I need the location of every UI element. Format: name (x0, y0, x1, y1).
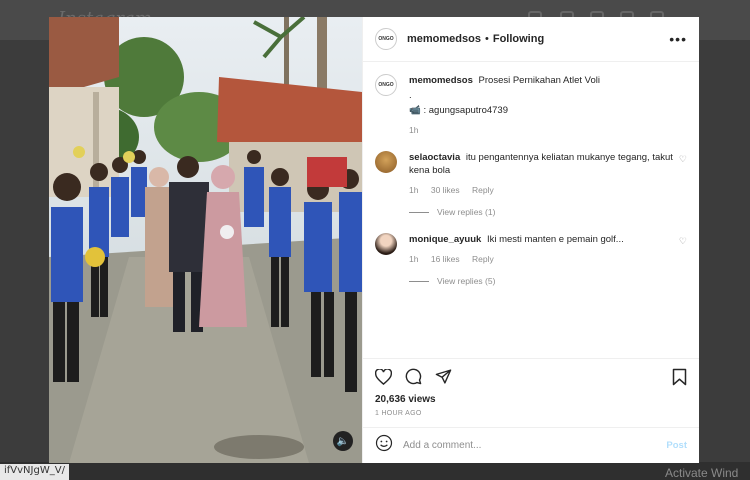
comment-likes[interactable]: 16 likes (431, 254, 460, 264)
commenter-avatar[interactable] (375, 233, 397, 255)
caption-credit-text: : agungsaputro4739 (423, 105, 509, 116)
view-replies-button[interactable]: View replies (1) (409, 207, 687, 217)
view-replies-line (409, 211, 429, 213)
view-replies-label: View replies (5) (437, 276, 496, 286)
comment-item: selaoctavia itu pengantennya keliatan mu… (375, 151, 687, 217)
post-side-panel: ONGO memomedsos • Following ••• ONGO mem… (362, 17, 699, 463)
reply-button[interactable]: Reply (472, 254, 494, 264)
reply-button[interactable]: Reply (472, 185, 494, 195)
caption-avatar[interactable]: ONGO (375, 74, 397, 96)
url-fragment: ifVvNJgW_V/ (0, 464, 69, 480)
heart-icon[interactable] (373, 367, 393, 387)
comment-time: 1h (409, 185, 419, 195)
post-timestamp: 1 HOUR AGO (375, 410, 422, 417)
following-button[interactable]: Following (493, 33, 544, 45)
separator-dot: • (484, 33, 489, 45)
view-replies-line (409, 280, 429, 282)
caption-credit: 📹 : agungsaputro4739 (409, 104, 687, 117)
caption: ONGO memomedsos Prosesi Pernikahan Atlet… (375, 74, 687, 135)
action-bar (363, 358, 699, 394)
view-replies-label: View replies (1) (437, 207, 496, 217)
comment-text: Iki mesti manten e pemain golf... (486, 234, 624, 245)
comment-like-heart-icon[interactable]: ♡ (679, 236, 687, 247)
comment-time: 1h (409, 254, 419, 264)
windows-activation-watermark: Activate Wind (665, 466, 739, 480)
comment-username[interactable]: selaoctavia (409, 152, 460, 163)
commenter-avatar[interactable] (375, 151, 397, 173)
camera-icon: 📹 (409, 105, 421, 116)
comment-username[interactable]: monique_ayuuk (409, 234, 481, 245)
sound-toggle-icon[interactable]: 🔈 (333, 431, 353, 451)
comment-icon[interactable] (403, 367, 423, 387)
caption-text: Prosesi Pernikahan Atlet Voli (478, 75, 600, 86)
emoji-icon[interactable] (375, 434, 393, 457)
comment-like-heart-icon[interactable]: ♡ (679, 154, 687, 165)
bookmark-icon[interactable] (669, 367, 689, 387)
post-header: ONGO memomedsos • Following ••• (363, 17, 699, 62)
add-comment-bar: Post (363, 427, 699, 463)
post-video[interactable]: 🔈 (49, 17, 362, 463)
comments-section: ONGO memomedsos Prosesi Pernikahan Atlet… (363, 62, 699, 358)
comment-input[interactable] (403, 440, 667, 451)
post-modal: 🔈 ONGO memomedsos • Following ••• ONGO m… (49, 17, 699, 463)
comment-item: monique_ayuuk Iki mesti manten e pemain … (375, 233, 687, 286)
caption-time: 1h (409, 125, 419, 135)
account-avatar[interactable]: ONGO (375, 28, 397, 50)
caption-dot: . (409, 90, 412, 101)
video-frame (49, 17, 362, 463)
account-username-link[interactable]: memomedsos (407, 33, 481, 45)
more-options-icon[interactable]: ••• (669, 31, 687, 47)
share-icon[interactable] (433, 367, 453, 387)
post-comment-button[interactable]: Post (666, 440, 687, 451)
caption-username[interactable]: memomedsos (409, 75, 473, 86)
view-replies-button[interactable]: View replies (5) (409, 276, 687, 286)
background-bottom-strip (0, 462, 750, 480)
view-count[interactable]: 20,636 views (363, 394, 699, 405)
comment-likes[interactable]: 30 likes (431, 185, 460, 195)
